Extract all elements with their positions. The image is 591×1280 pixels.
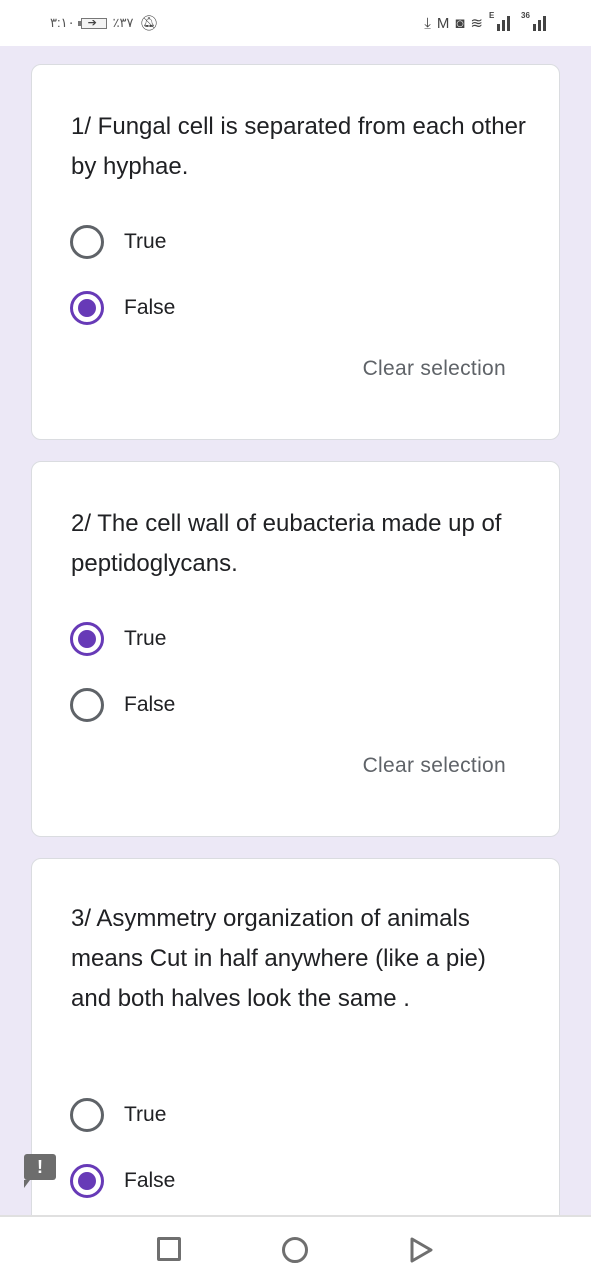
clock: ٣:١٠ bbox=[50, 15, 75, 30]
option-true[interactable]: True bbox=[70, 1098, 166, 1132]
wifi-icon: ≋ bbox=[470, 14, 483, 32]
back-triangle-icon bbox=[410, 1237, 433, 1263]
notifications-off-icon: 🔕︎ bbox=[139, 14, 159, 32]
radio-button-checked[interactable] bbox=[70, 622, 104, 656]
option-label: True bbox=[124, 627, 167, 650]
option-false[interactable]: False bbox=[70, 291, 175, 325]
clear-selection-button[interactable]: Clear selection bbox=[363, 357, 506, 381]
radio-button[interactable] bbox=[70, 1098, 104, 1132]
question-text: 1/ Fungal cell is separated from each ot… bbox=[71, 113, 526, 180]
battery-percent: ٪٣٧ bbox=[112, 15, 134, 30]
question-text: 3/ Asymmetry organization of animals mea… bbox=[71, 905, 486, 1012]
option-label: False bbox=[124, 1169, 176, 1192]
status-bar: ٣:١٠ ➔ ٪٣٧ 🔕︎ ⤓ M ◙ ≋ E 36 bbox=[0, 0, 591, 46]
radio-button[interactable] bbox=[70, 688, 104, 722]
question-card-2: 2/ The cell wall of eubacteria made up o… bbox=[31, 461, 560, 837]
back-button[interactable] bbox=[408, 1237, 434, 1263]
question-text: 2/ The cell wall of eubacteria made up o… bbox=[71, 510, 502, 577]
radio-button-checked[interactable] bbox=[70, 1164, 104, 1198]
option-label: True bbox=[124, 230, 167, 253]
option-label: False bbox=[124, 693, 176, 716]
gmail-icon: M bbox=[436, 14, 450, 32]
status-bar-right: ⤓ M ◙ ≋ E 36 bbox=[424, 11, 551, 32]
radio-button-checked[interactable] bbox=[70, 291, 104, 325]
exclamation-icon: ! bbox=[37, 1157, 43, 1177]
signal-3g-icon: 36 bbox=[521, 11, 551, 31]
signal-e-label: E bbox=[489, 11, 495, 20]
signal-e-icon: E bbox=[489, 11, 515, 31]
option-false[interactable]: False bbox=[70, 688, 175, 722]
clear-selection-button[interactable]: Clear selection bbox=[363, 754, 506, 778]
navigation-bar bbox=[0, 1215, 591, 1280]
option-label: False bbox=[124, 296, 176, 319]
option-true[interactable]: True bbox=[70, 225, 166, 259]
battery-charging-icon: ➔ bbox=[77, 17, 107, 29]
feedback-button[interactable]: ! bbox=[24, 1154, 56, 1188]
option-false[interactable]: False bbox=[70, 1164, 175, 1198]
download-icon: ⤓ bbox=[424, 14, 431, 32]
radio-button[interactable] bbox=[70, 225, 104, 259]
signal-3g-label: 36 bbox=[521, 11, 530, 20]
home-button[interactable] bbox=[282, 1237, 308, 1263]
option-label: True bbox=[124, 1103, 167, 1126]
instagram-icon: ◙ bbox=[455, 14, 465, 32]
option-true[interactable]: True bbox=[70, 622, 166, 656]
recents-button[interactable] bbox=[157, 1237, 181, 1261]
status-bar-left: ٣:١٠ ➔ ٪٣٧ 🔕︎ bbox=[50, 15, 159, 31]
question-card-1: 1/ Fungal cell is separated from each ot… bbox=[31, 64, 560, 440]
